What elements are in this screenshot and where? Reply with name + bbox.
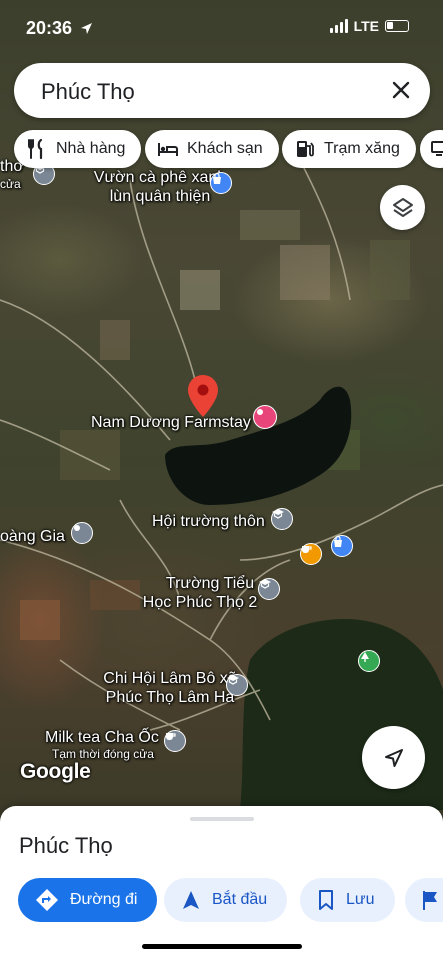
park-poi-icon[interactable]	[358, 650, 380, 672]
battery-icon	[385, 20, 409, 32]
status-bar: 20:36 LTE	[0, 0, 443, 56]
map-label-hoang-gia: oàng Gia	[0, 528, 65, 545]
place-poi-icon[interactable]	[71, 522, 93, 544]
hotel-icon	[158, 143, 178, 156]
cafe-poi-icon[interactable]	[300, 543, 322, 565]
start-button[interactable]: Bắt đầu	[164, 878, 288, 922]
directions-label: Đường đi	[70, 891, 138, 908]
farmstay-poi-icon[interactable]	[253, 405, 277, 429]
restaurant-icon	[28, 138, 43, 160]
place-bottom-sheet[interactable]: Phúc Thọ Đường đi Bắt đầu Lưu	[0, 806, 443, 959]
map-label-hall: Hội trường thôn	[152, 513, 265, 530]
save-button[interactable]: Lưu	[300, 878, 395, 922]
home-indicator	[142, 944, 302, 949]
chip-label: Trạm xăng	[324, 140, 400, 157]
chip-more[interactable]	[420, 130, 443, 168]
location-arrow-icon	[81, 23, 93, 34]
search-query[interactable]: Phúc Thọ	[41, 79, 135, 105]
category-chips: Nhà hàng Khách sạn Trạm xăng	[0, 130, 443, 168]
more-category-icon	[431, 141, 443, 156]
directions-icon	[36, 889, 58, 911]
place-title: Phúc Thọ	[19, 833, 113, 858]
chip-label: Khách sạn	[187, 140, 263, 157]
chip-gas-stations[interactable]: Trạm xăng	[282, 130, 416, 168]
save-label: Lưu	[346, 891, 375, 908]
search-bar[interactable]: Phúc Thọ	[14, 63, 430, 118]
signal-bars-icon	[329, 19, 348, 33]
bookmark-icon	[319, 890, 333, 910]
shop-poi-icon[interactable]	[331, 535, 353, 557]
drag-handle[interactable]	[190, 817, 254, 821]
network-type: LTE	[353, 18, 379, 34]
chip-label: Nhà hàng	[56, 140, 126, 157]
layers-button[interactable]	[380, 185, 425, 230]
gas-station-icon	[297, 141, 314, 157]
status-time: 20:36	[26, 18, 93, 39]
google-attribution: Google	[20, 760, 91, 783]
cafe-poi-icon[interactable]	[164, 730, 186, 752]
location-pin-icon[interactable]	[188, 375, 218, 417]
directions-button[interactable]: Đường đi	[18, 878, 158, 922]
navigation-start-icon	[183, 891, 199, 909]
navigation-arrow-icon	[384, 748, 403, 767]
school-poi-icon[interactable]	[258, 578, 280, 600]
start-label: Bắt đầu	[212, 891, 268, 908]
layers-icon	[392, 197, 413, 217]
map-label-milktea: Milk tea Cha Ốc	[45, 729, 159, 746]
flag-icon	[423, 891, 437, 910]
more-actions-button[interactable]	[405, 878, 443, 922]
my-location-button[interactable]	[362, 726, 425, 789]
map-label-cua: cửa	[0, 177, 21, 191]
status-time-text: 20:36	[26, 18, 73, 38]
chip-hotels[interactable]: Khách sạn	[145, 130, 279, 168]
chip-restaurants[interactable]: Nhà hàng	[14, 130, 142, 168]
map-label-farmstay: Nam Dương Farmstay	[91, 414, 251, 431]
satellite-map[interactable]: thơ cửa Vườn cà phê xanh lùn quân thiện …	[0, 0, 443, 840]
shop-poi-icon[interactable]	[210, 172, 232, 194]
school-poi-icon[interactable]	[226, 674, 248, 696]
close-icon[interactable]	[388, 77, 414, 103]
status-indicators: LTE	[329, 18, 409, 34]
school-poi-icon[interactable]	[271, 508, 293, 530]
